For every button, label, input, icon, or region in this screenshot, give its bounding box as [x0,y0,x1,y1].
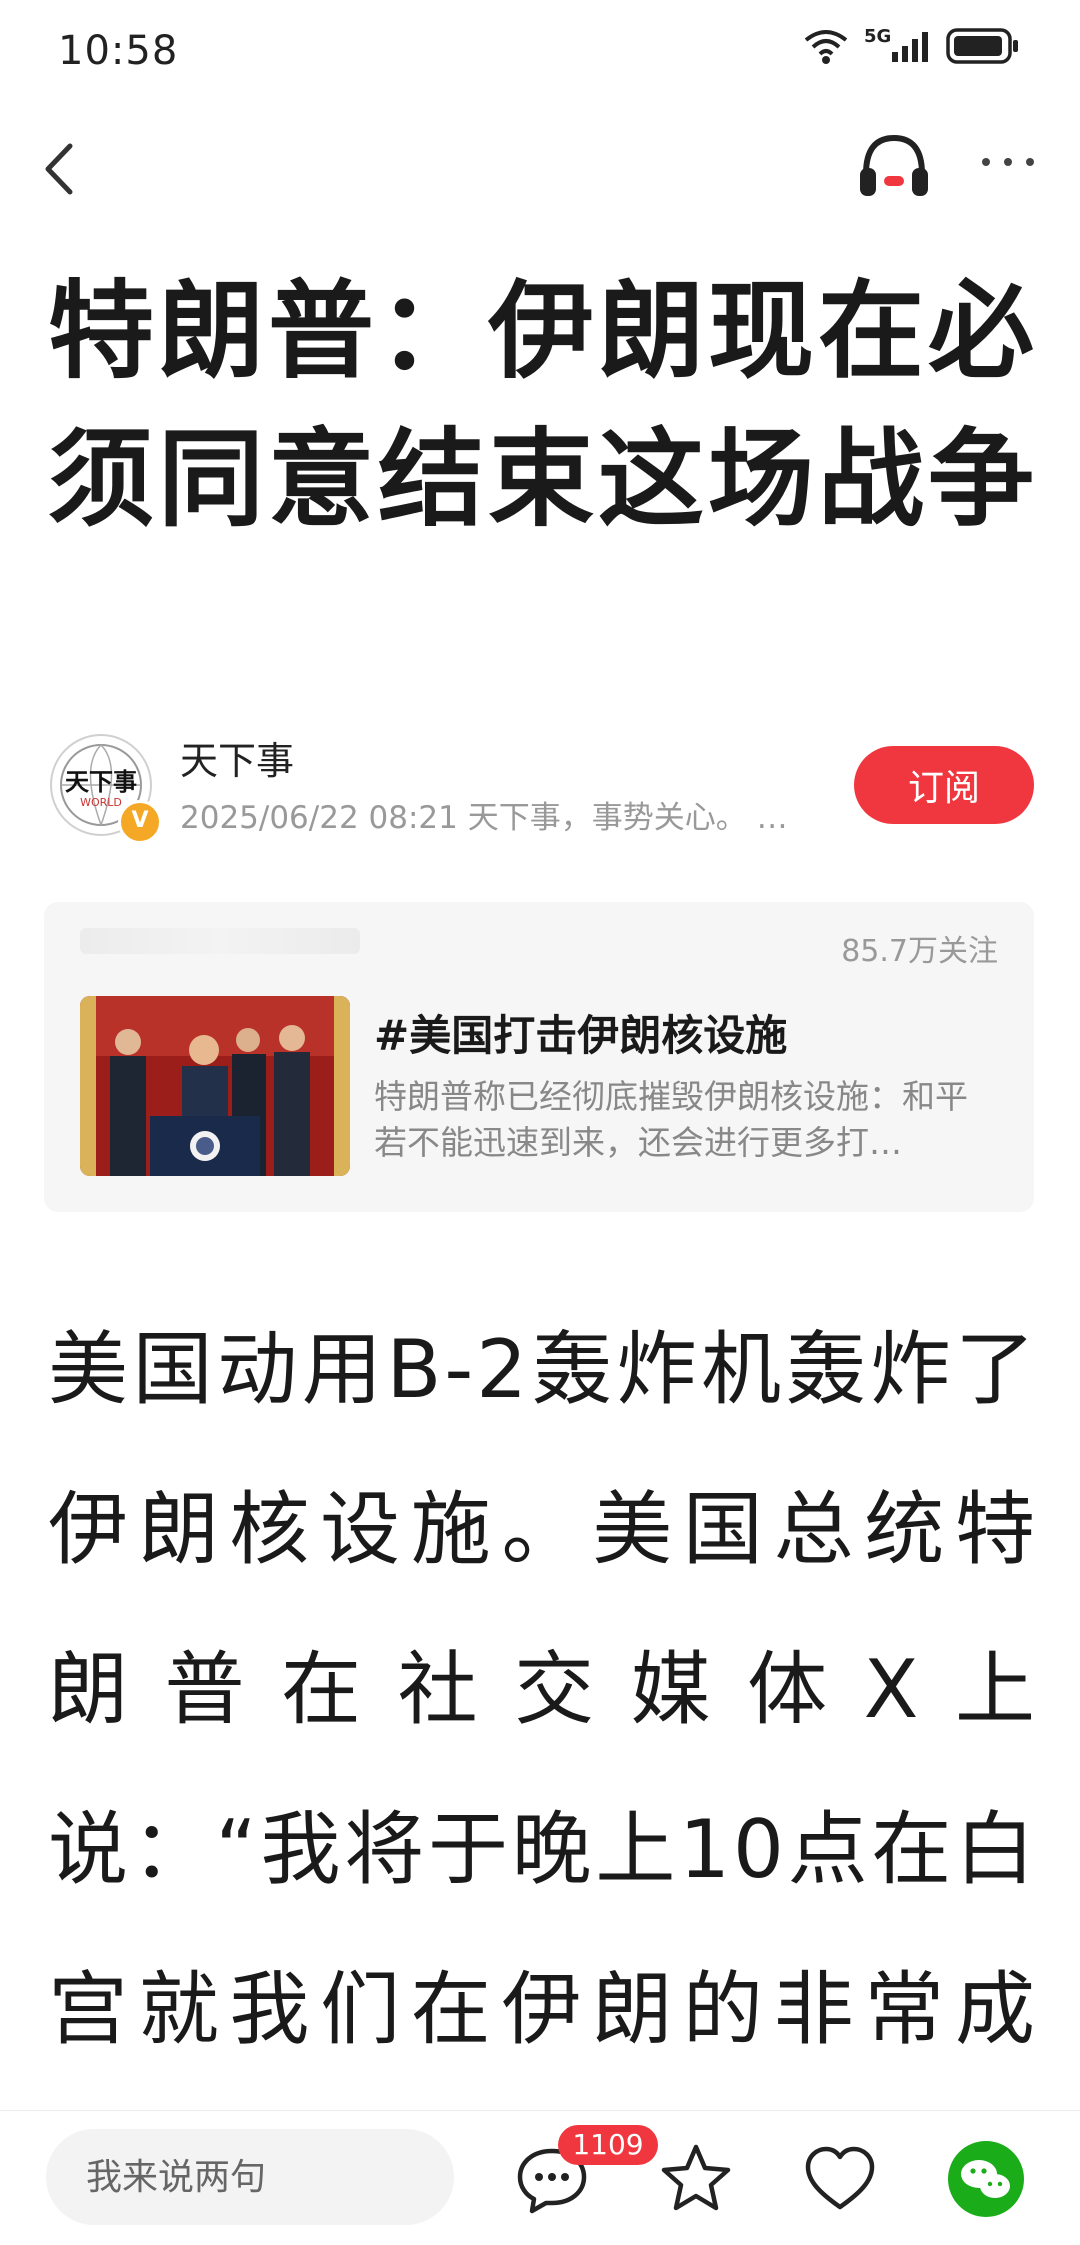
author-meta: 2025/06/22 08:21 天下事，事势关心。 … [180,800,788,836]
topic-description: 特朗普称已经彻底摧毁伊朗核设施：和平若不能迅速到来，还会进行更多打… [374,1077,968,1162]
wechat-icon [948,2141,1024,2217]
author-name[interactable]: 天下事 [180,730,294,785]
subscribe-button[interactable]: 订阅 [854,746,1034,824]
topic-card[interactable]: 85.7万关注 #美国打击伊朗核设施 特朗普称已经彻底摧毁伊朗核设施：和平若不能… [44,902,1034,1212]
topic-title: #美国打击伊朗核设施 [374,1011,788,1060]
star-icon [661,2144,731,2211]
favorite-button[interactable] [656,2139,736,2219]
topic-blurred-header [80,928,360,954]
bottom-bar: 1109 [0,2110,1080,2245]
avatar-subtext: WORLD [80,796,122,809]
article-title: 特朗普：伊朗现在必须同意结束这场战争 [48,270,1038,541]
more-icon [982,158,1034,166]
wifi-icon [804,30,848,64]
signal-icon: 5G [864,26,932,66]
nav-bar [0,120,1080,220]
status-time: 10:58 [58,28,179,74]
listen-button[interactable] [856,128,932,204]
network-type-label: 5G [864,26,892,47]
headphone-icon [860,134,928,196]
article-body: 美国动用B-2轰炸机轰炸了伊朗核设施。美国总统特朗普在社交媒体X上说：“我将于晚… [48,1323,1038,2056]
status-bar: 10:58 5G [0,0,1080,100]
topic-thumbnail [80,996,350,1176]
back-button[interactable] [36,134,86,204]
status-icons: 5G [802,26,1020,66]
comment-input[interactable] [46,2129,454,2225]
battery-icon [946,28,1018,64]
more-button[interactable] [976,142,1040,182]
share-wechat-button[interactable] [946,2139,1026,2219]
like-button[interactable] [800,2139,880,2219]
topic-followers: 85.7万关注 [841,934,998,969]
back-icon [45,143,73,195]
author-row: 天下事 WORLD V 天下事 2025/06/22 08:21 天下事，事势关… [48,730,1038,850]
heart-icon [805,2146,875,2210]
avatar-text: 天下事 [65,768,137,796]
verified-badge-icon: V [118,800,162,844]
comment-count-badge: 1109 [558,2125,658,2165]
